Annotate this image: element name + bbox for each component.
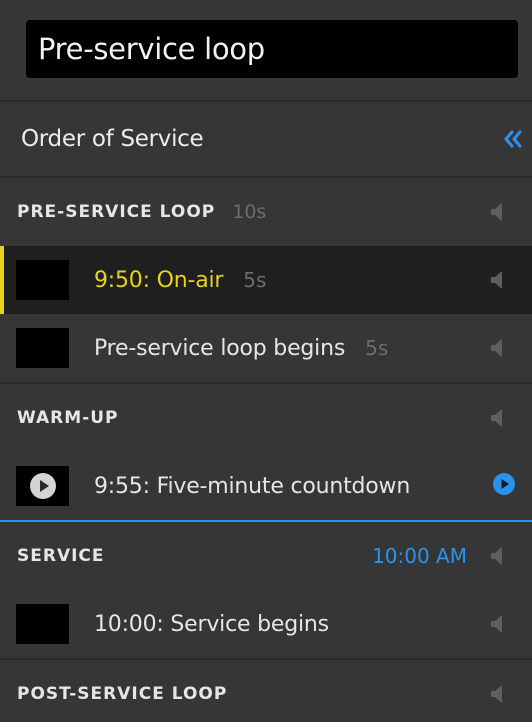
section-title: POST-SERVICE LOOP (17, 684, 228, 704)
order-of-service-panel: Pre-service loop Order of Service PRE-SE… (0, 0, 532, 722)
section-title: PRE-SERVICE LOOP (17, 202, 216, 222)
section-header[interactable]: SERVICE 10:00 AM (0, 522, 532, 590)
section-header[interactable]: WARM-UP (0, 384, 532, 452)
speaker-icon[interactable] (491, 270, 505, 290)
cue-row[interactable]: 10:00: Service begins (0, 590, 532, 658)
section-header[interactable]: PRE-SERVICE LOOP 10s (0, 178, 532, 246)
section-header[interactable]: POST-SERVICE LOOP (0, 660, 532, 722)
cue-row[interactable]: 9:50: On-air 5s (0, 246, 532, 314)
section-title: SERVICE (17, 546, 105, 566)
speaker-icon[interactable] (491, 546, 505, 566)
panel-title: Order of Service (21, 126, 204, 152)
play-icon (29, 473, 56, 499)
cue-thumbnail (16, 604, 69, 644)
title-area: Pre-service loop (0, 0, 532, 102)
cue-name: 10:00: Service begins (94, 611, 329, 637)
double-chevron-left-icon[interactable] (502, 128, 524, 150)
play-circle-icon[interactable] (492, 472, 516, 500)
cue-row[interactable]: Pre-service loop begins 5s (0, 314, 532, 382)
speaker-icon[interactable] (491, 338, 505, 358)
panel-header: Order of Service (0, 102, 532, 178)
speaker-icon[interactable] (491, 202, 505, 222)
speaker-icon[interactable] (491, 614, 505, 634)
cue-name: Pre-service loop begins (94, 335, 346, 361)
cue-thumbnail (16, 328, 69, 368)
cue-duration: 5s (243, 268, 267, 292)
cue-thumbnail (16, 466, 69, 506)
section-title: WARM-UP (17, 408, 119, 428)
cue-duration: 5s (365, 336, 389, 360)
presentation-title-field[interactable]: Pre-service loop (26, 20, 518, 78)
section-start-time: 10:00 AM (372, 544, 467, 568)
speaker-icon[interactable] (491, 684, 505, 704)
cue-thumbnail (16, 260, 69, 300)
cue-row[interactable]: 9:55: Five-minute countdown (0, 452, 532, 520)
speaker-icon[interactable] (491, 408, 505, 428)
cue-name: 9:55: Five-minute countdown (94, 473, 411, 499)
section-duration: 10s (232, 201, 267, 223)
cue-name: 9:50: On-air (94, 267, 224, 293)
